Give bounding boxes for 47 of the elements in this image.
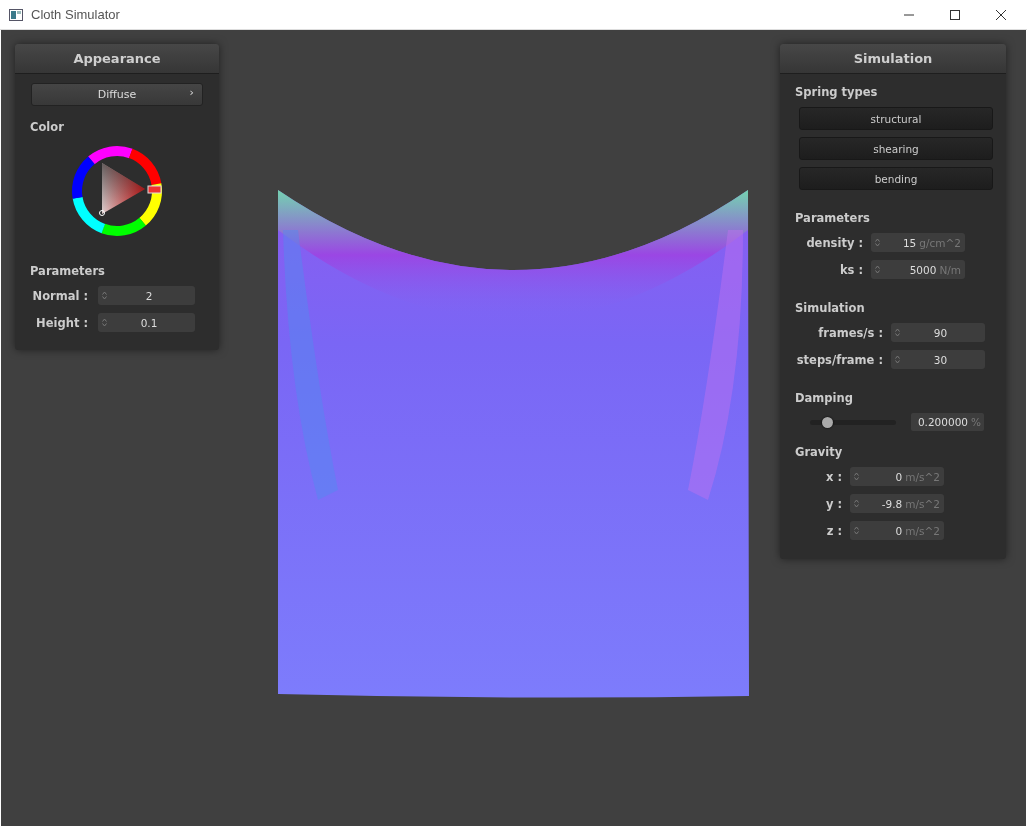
field-label: ks : [838, 262, 863, 277]
field-label: Height : [35, 315, 88, 330]
field-label: density : [805, 235, 863, 250]
color-wheel[interactable] [70, 144, 164, 238]
spring-type-button[interactable]: shearing [799, 137, 993, 160]
section-label: Parameters [795, 211, 871, 225]
spinner-arrows-icon[interactable] [854, 472, 859, 481]
field-label: steps/frame : [795, 352, 883, 367]
number-field[interactable]: 30 [891, 350, 985, 369]
maximize-icon[interactable] [949, 8, 961, 21]
damping-slider[interactable] [810, 419, 896, 425]
section-label: Color [30, 120, 65, 134]
spinner-arrows-icon[interactable] [875, 265, 880, 274]
field-label: Normal : [31, 288, 88, 303]
spinner-arrows-icon[interactable] [102, 291, 107, 300]
spinner-arrows-icon[interactable] [854, 499, 859, 508]
field-label: x : [824, 469, 842, 484]
number-field[interactable]: 90 [891, 323, 985, 342]
number-field[interactable]: 0 m/s^2 [850, 467, 944, 486]
number-field[interactable]: 0 m/s^2 [850, 521, 944, 540]
number-field[interactable]: -9.8 m/s^2 [850, 494, 944, 513]
number-field[interactable]: 15 g/cm^2 [871, 233, 965, 252]
panel-title: Appearance [15, 44, 219, 74]
section-label: Spring types [795, 85, 879, 99]
field-label: frames/s : [817, 325, 883, 340]
spinner-arrows-icon[interactable] [895, 355, 900, 364]
spring-type-button[interactable]: bending [799, 167, 993, 190]
app-icon [9, 8, 23, 21]
damping-field[interactable]: 0.200000 % [911, 413, 984, 431]
number-field[interactable]: 5000 N/m [871, 260, 965, 279]
spring-type-button[interactable]: structural [799, 107, 993, 130]
shader-dropdown[interactable]: Diffuse › [31, 83, 203, 106]
section-label: Parameters [30, 264, 106, 278]
section-label: Damping [795, 391, 854, 405]
section-label: Gravity [795, 445, 844, 459]
panel-title: Simulation [780, 44, 1006, 74]
number-field[interactable]: 0.1 [98, 313, 195, 332]
window-title: Cloth Simulator [31, 7, 120, 22]
section-label: Simulation [795, 301, 866, 315]
number-field[interactable]: 2 [98, 286, 195, 305]
spinner-arrows-icon[interactable] [854, 526, 859, 535]
spinner-arrows-icon[interactable] [875, 238, 880, 247]
field-label: y : [824, 496, 842, 511]
spinner-arrows-icon[interactable] [102, 318, 107, 327]
close-icon[interactable] [995, 8, 1007, 21]
field-label: z : [825, 523, 842, 538]
spinner-arrows-icon[interactable] [895, 328, 900, 337]
